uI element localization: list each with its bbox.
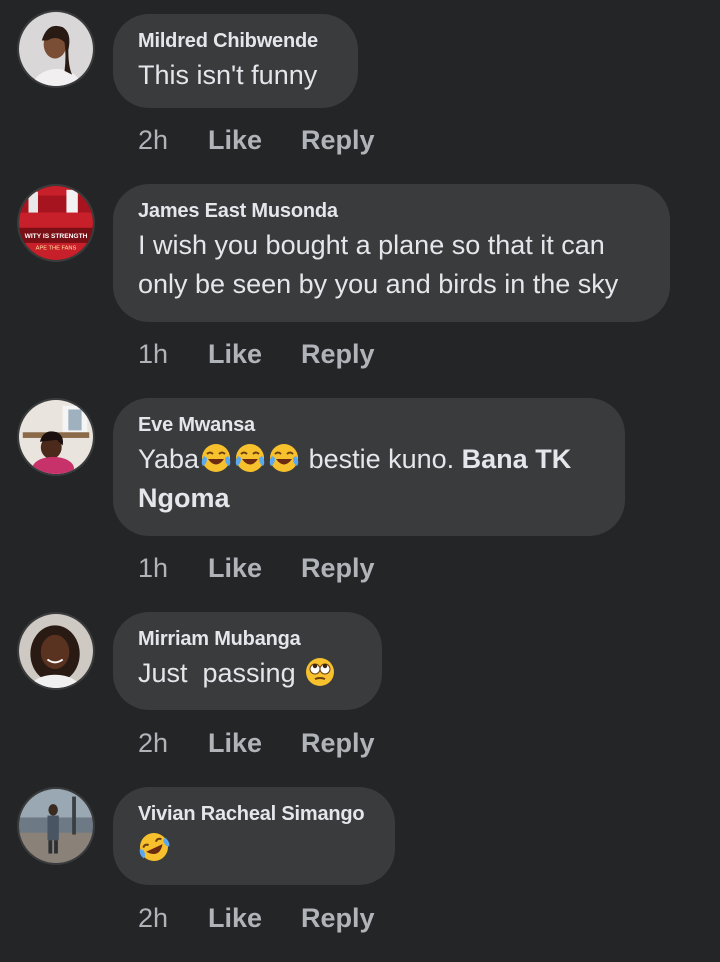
comment-author[interactable]: James East Musonda [138, 198, 644, 224]
comment-timestamp[interactable]: 2h [138, 125, 208, 156]
comment-text-line: only be seen by you and birds in the sky [138, 269, 619, 299]
comment-timestamp[interactable]: 2h [138, 903, 208, 934]
comment-bubble: Mildred Chibwende This isn't funny [113, 14, 358, 108]
avatar[interactable] [17, 398, 95, 476]
like-button[interactable]: Like [208, 125, 301, 156]
comment-bubble: James East Musonda I wish you bought a p… [113, 184, 670, 322]
avatar[interactable]: WITY IS STRENGTH APE THE FANS [17, 184, 95, 262]
comment-text-part: Just passing [138, 658, 304, 688]
comment-actions: 1h Like Reply [138, 548, 375, 588]
comment-actions: 1h Like Reply [138, 334, 375, 374]
reply-button[interactable]: Reply [301, 339, 375, 370]
face-with-tears-of-joy-icon [234, 442, 266, 474]
avatar[interactable] [17, 612, 95, 690]
comment-text: This isn't funny [138, 60, 318, 90]
comment-actions: 2h Like Reply [138, 898, 375, 938]
comment-actions: 2h Like Reply [138, 723, 375, 763]
avatar[interactable] [17, 787, 95, 865]
comment-timestamp[interactable]: 1h [138, 553, 208, 584]
reply-button[interactable]: Reply [301, 903, 375, 934]
comment-actions: 2h Like Reply [138, 120, 375, 160]
comment-text: Yaba bestie kuno. Bana TK Ngoma [138, 440, 599, 518]
rolling-on-the-floor-laughing-icon [138, 831, 170, 863]
face-with-tears-of-joy-icon [268, 442, 300, 474]
like-button[interactable]: Like [208, 553, 301, 584]
like-button[interactable]: Like [208, 728, 301, 759]
comment-text: Just passing [138, 654, 356, 693]
comment-text [138, 829, 369, 868]
comment-bubble: Vivian Racheal Simango [113, 787, 395, 885]
like-button[interactable]: Like [208, 339, 301, 370]
comment-text-part: Yaba [138, 444, 200, 474]
comment-author[interactable]: Mirriam Mubanga [138, 626, 356, 652]
comment-author[interactable]: Eve Mwansa [138, 412, 599, 438]
comment-author[interactable]: Mildred Chibwende [138, 28, 332, 54]
comment-author[interactable]: Vivian Racheal Simango [138, 801, 369, 827]
avatar-text: WITY IS STRENGTH [25, 233, 88, 240]
like-button[interactable]: Like [208, 903, 301, 934]
comment-timestamp[interactable]: 1h [138, 339, 208, 370]
mentioned-user-link[interactable]: Bana TK [462, 444, 572, 474]
comment-text-line: I wish you bought a plane so that it can [138, 230, 605, 260]
avatar[interactable] [17, 10, 95, 88]
face-with-tears-of-joy-icon [200, 442, 232, 474]
reply-button[interactable]: Reply [301, 553, 375, 584]
reply-button[interactable]: Reply [301, 125, 375, 156]
comment-bubble: Mirriam Mubanga Just passing [113, 612, 382, 710]
face-with-rolling-eyes-icon [304, 656, 336, 688]
comment-timestamp[interactable]: 2h [138, 728, 208, 759]
mentioned-user-link[interactable]: Ngoma [138, 483, 230, 513]
reply-button[interactable]: Reply [301, 728, 375, 759]
comment-bubble: Eve Mwansa Yaba bestie kuno. Bana TK Ngom… [113, 398, 625, 536]
comment-text-part: bestie kuno. [301, 444, 462, 474]
comment-text: I wish you bought a plane so that it can… [138, 226, 644, 304]
avatar-text: APE THE FANS [36, 246, 77, 252]
